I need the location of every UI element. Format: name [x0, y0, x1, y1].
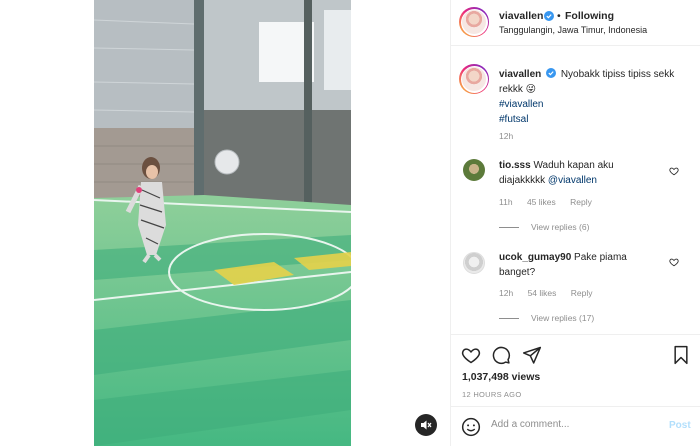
comment-text: ucok_gumay90 Pake piama banget?	[499, 250, 669, 280]
view-replies-label: View replies (6)	[531, 222, 590, 232]
verified-badge-icon	[546, 68, 557, 78]
comment-input[interactable]	[491, 419, 651, 430]
post-details-panel: viavallen • Following Tanggulangin, Jawa…	[450, 0, 700, 446]
reply-button[interactable]: Reply	[570, 197, 592, 207]
comment-likes[interactable]: 54 likes	[528, 288, 557, 298]
view-count[interactable]: 1,037,498 views	[462, 371, 540, 383]
paper-plane-icon[interactable]	[522, 345, 542, 365]
commenter-avatar[interactable]	[463, 252, 485, 274]
comment-likes[interactable]: 45 likes	[527, 197, 556, 207]
comments-list: viavallen Nyobakk tipiss tipiss sekk rek…	[451, 47, 700, 334]
header-separator: •	[557, 10, 561, 22]
comment-icon[interactable]	[491, 345, 511, 365]
comment-body: diajakkkkk	[499, 175, 546, 186]
comment-username[interactable]: ucok_gumay90	[499, 252, 571, 263]
comment-meta: 11h 45 likes Reply	[499, 197, 604, 207]
author-avatar[interactable]	[459, 7, 489, 37]
caption-avatar[interactable]	[459, 64, 489, 94]
comment-username[interactable]: tio.sss	[499, 160, 531, 171]
comment-meta: 12h 54 likes Reply	[499, 288, 605, 298]
comment-time: 11h	[499, 197, 513, 207]
post-actions: 1,037,498 views 12 HOURS AGO	[451, 334, 700, 404]
view-replies-button[interactable]: View replies (17)	[499, 313, 594, 323]
caption-time: 12h	[499, 131, 514, 141]
hashtag-viavallen[interactable]: #viavallen	[499, 99, 543, 110]
author-username[interactable]: viavallen	[499, 10, 543, 22]
commenter-avatar[interactable]	[463, 159, 485, 181]
post-button[interactable]: Post	[669, 420, 691, 431]
heart-icon[interactable]	[461, 345, 481, 365]
verified-badge-icon	[544, 11, 554, 21]
view-replies-button[interactable]: View replies (6)	[499, 222, 589, 232]
reply-button[interactable]: Reply	[571, 288, 593, 298]
speaker-muted-icon	[421, 420, 432, 430]
comment-text: tio.sss Waduh kapan aku diajakkkkk @viav…	[499, 158, 669, 188]
comment-like-heart-icon[interactable]	[669, 166, 679, 176]
smiley-icon[interactable]	[461, 417, 481, 437]
caption-username[interactable]: viavallen	[499, 69, 541, 80]
bookmark-icon[interactable]	[672, 345, 690, 365]
post-video[interactable]	[94, 0, 351, 446]
hashtag-futsal[interactable]: #futsal	[499, 114, 528, 125]
post-timestamp: 12 HOURS AGO	[462, 390, 522, 399]
comment-body: banget?	[499, 267, 536, 278]
caption-text: viavallen Nyobakk tipiss tipiss sekk rek…	[499, 67, 689, 127]
comment-time: 12h	[499, 288, 514, 298]
post-location[interactable]: Tanggulangin, Jawa Timur, Indonesia	[499, 25, 647, 35]
comment-composer: Post	[451, 406, 700, 446]
comment-like-heart-icon[interactable]	[669, 257, 679, 267]
comment-mention[interactable]: @viavallen	[548, 175, 597, 186]
mute-button[interactable]	[415, 414, 437, 436]
video-frame	[94, 0, 351, 446]
comment-body: Waduh kapan aku	[533, 160, 614, 171]
comment-body: Pake piama	[574, 252, 627, 263]
view-replies-label: View replies (17)	[531, 313, 595, 323]
following-button[interactable]: Following	[565, 10, 614, 22]
post-header: viavallen • Following Tanggulangin, Jawa…	[451, 0, 700, 46]
